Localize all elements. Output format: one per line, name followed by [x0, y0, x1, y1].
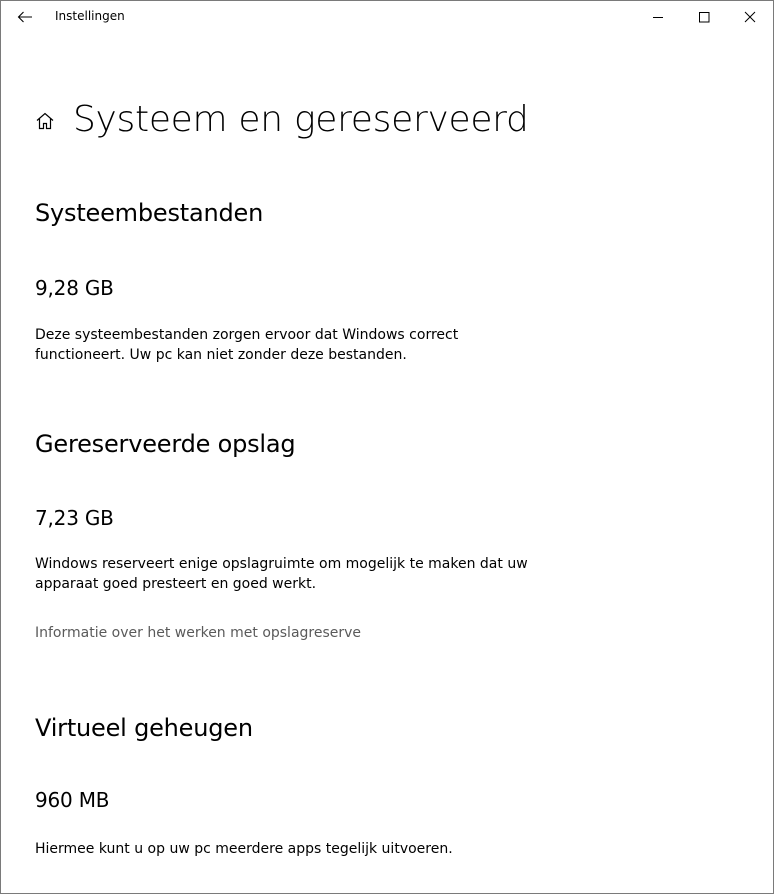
storage-reserve-info-link[interactable]: Informatie over het werken met opslagres…: [35, 625, 361, 641]
close-icon: [744, 11, 756, 23]
system-files-description: Deze systeembestanden zorgen ervoor dat …: [35, 325, 755, 365]
size-value: 9,28 GB: [35, 276, 114, 300]
description-line: apparaat goed presteert en goed werkt.: [35, 576, 317, 592]
minimize-button[interactable]: [635, 1, 681, 33]
title-bar: Instellingen: [1, 1, 773, 33]
reserved-storage-link-row: Informatie over het werken met opslagres…: [35, 622, 755, 643]
description-line: Hiermee kunt u op uw pc meerdere apps te…: [35, 841, 453, 857]
description-line: functioneert. Uw pc kan niet zonder deze…: [35, 347, 407, 363]
virtual-memory-description: Hiermee kunt u op uw pc meerdere apps te…: [35, 839, 755, 859]
description-line: Windows reserveert enige opslagruimte om…: [35, 556, 528, 572]
section-virtual-memory: Virtueel geheugen: [35, 714, 755, 742]
maximize-button[interactable]: [681, 1, 727, 33]
caption-buttons: [635, 1, 773, 33]
section-heading: Systeembestanden: [35, 199, 264, 227]
section-heading: Gereserveerde opslag: [35, 430, 296, 458]
minimize-icon: [652, 11, 664, 23]
size-value: 7,23 GB: [35, 506, 114, 530]
maximize-icon: [698, 11, 710, 23]
system-files-size-block: 9,28 GB: [35, 276, 755, 300]
description-line: Deze systeembestanden zorgen ervoor dat …: [35, 327, 459, 343]
virtual-memory-size-block: 960 MB: [35, 788, 755, 812]
reserved-storage-size-block: 7,23 GB: [35, 506, 755, 530]
section-heading: Virtueel geheugen: [35, 714, 253, 742]
app-title: Instellingen: [55, 9, 125, 23]
page-title: Systeem en gereserveerd: [73, 98, 529, 140]
back-button[interactable]: [1, 1, 49, 33]
back-arrow-icon: [17, 11, 33, 23]
close-button[interactable]: [727, 1, 773, 33]
reserved-storage-description: Windows reserveert enige opslagruimte om…: [35, 554, 755, 594]
page-header: Systeem en gereserveerd: [35, 93, 529, 145]
home-icon[interactable]: [35, 111, 57, 133]
section-system-files: Systeembestanden: [35, 199, 755, 227]
settings-window: Instellingen Systeem en gereserveerd Sys…: [0, 0, 774, 894]
size-value: 960 MB: [35, 788, 110, 812]
section-reserved-storage: Gereserveerde opslag: [35, 430, 755, 458]
